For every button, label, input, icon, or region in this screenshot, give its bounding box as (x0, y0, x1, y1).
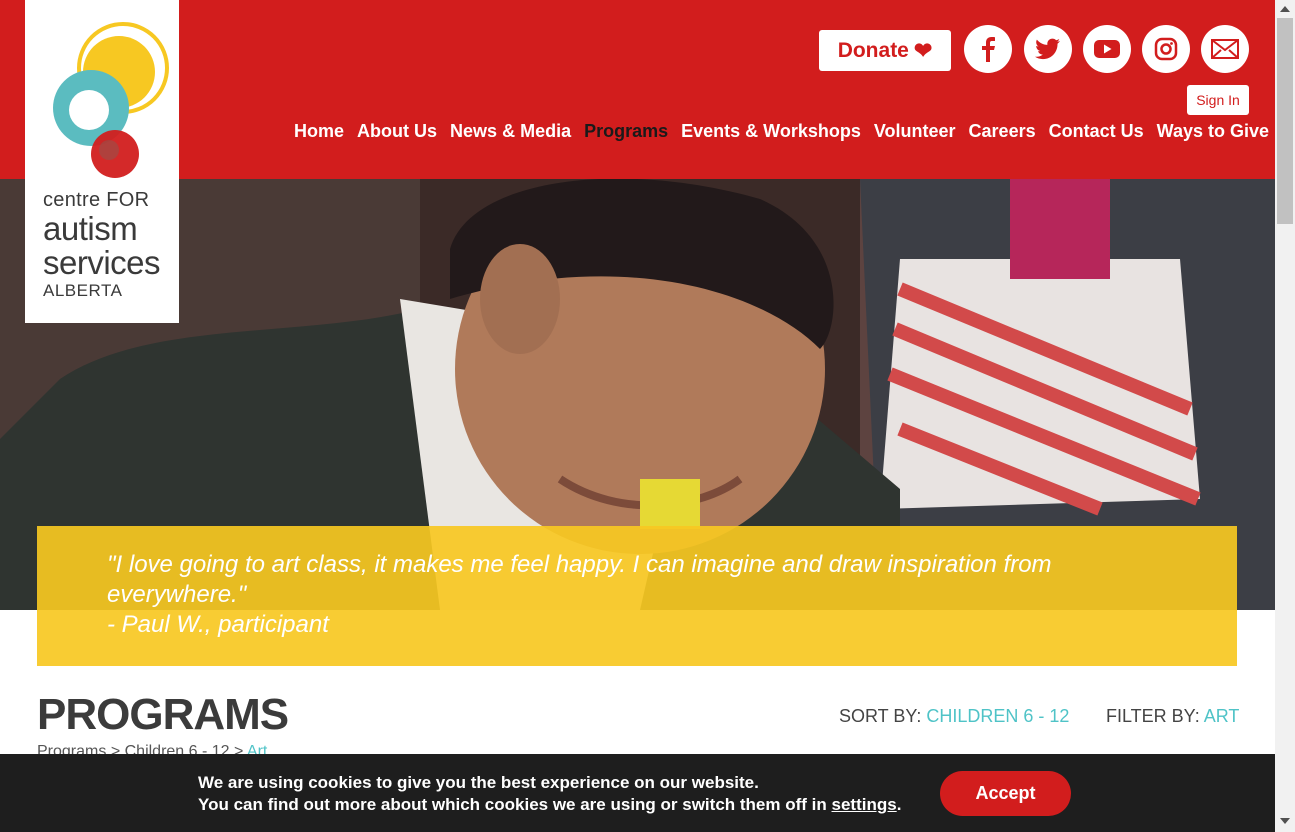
logo-circles-icon (53, 22, 169, 178)
sort-by-value[interactable]: CHILDREN 6 - 12 (926, 706, 1069, 726)
logo-line-2: autism (43, 210, 138, 247)
page-title: PROGRAMS (37, 690, 289, 739)
nav-careers[interactable]: Careers (969, 121, 1036, 142)
email-icon[interactable] (1201, 25, 1249, 73)
nav-home[interactable]: Home (294, 121, 344, 142)
nav-programs[interactable]: Programs (584, 121, 668, 142)
site-header (0, 0, 1275, 179)
cookie-line-1: We are using cookies to give you the bes… (198, 773, 759, 792)
scrollbar-thumb[interactable] (1277, 18, 1293, 224)
nav-volunteer[interactable]: Volunteer (874, 121, 956, 142)
donate-button[interactable]: Donate ❤ (819, 30, 951, 71)
quote-attribution: - Paul W., participant (107, 611, 329, 638)
nav-news-media[interactable]: News & Media (450, 121, 571, 142)
cookie-line-2-suffix: . (896, 795, 902, 814)
quote-line-2: everywhere." (107, 581, 247, 608)
sort-by-control[interactable]: SORT BY: CHILDREN 6 - 12 (839, 706, 1069, 727)
twitter-icon[interactable] (1024, 25, 1072, 73)
filter-by-control[interactable]: FILTER BY: ART (1106, 706, 1239, 727)
cookie-banner: We are using cookies to give you the bes… (0, 754, 1275, 832)
cookie-settings-link[interactable]: settings (832, 795, 897, 814)
sort-by-label: SORT BY: (839, 706, 922, 726)
main-nav: Home About Us News & Media Programs Even… (294, 121, 1269, 142)
quote-line-1: "I love going to art class, it makes me … (107, 551, 1052, 578)
testimonial-quote: "I love going to art class, it makes me … (37, 526, 1237, 666)
page-scrollbar[interactable] (1275, 0, 1295, 832)
site-logo[interactable]: centre FOR autism services ALBERTA (25, 0, 179, 323)
filter-by-label: FILTER BY: (1106, 706, 1200, 726)
scroll-up-icon[interactable] (1280, 6, 1290, 12)
youtube-icon[interactable] (1083, 25, 1131, 73)
facebook-icon[interactable] (964, 25, 1012, 73)
donate-label: Donate (837, 38, 909, 62)
logo-line-1: centre FOR (43, 189, 150, 211)
nav-contact-us[interactable]: Contact Us (1049, 121, 1144, 142)
instagram-icon[interactable] (1142, 25, 1190, 73)
accept-cookies-button[interactable]: Accept (940, 771, 1071, 816)
nav-ways-to-give[interactable]: Ways to Give (1157, 121, 1269, 142)
cookie-message: We are using cookies to give you the bes… (198, 772, 901, 816)
nav-about-us[interactable]: About Us (357, 121, 437, 142)
nav-events-workshops[interactable]: Events & Workshops (681, 121, 861, 142)
sign-in-button[interactable]: Sign In (1187, 85, 1249, 115)
logo-wordmark: centre FOR autism services ALBERTA (43, 189, 161, 300)
logo-line-4: ALBERTA (43, 281, 123, 300)
scroll-down-icon[interactable] (1280, 818, 1290, 824)
filter-by-value[interactable]: ART (1204, 706, 1240, 726)
heart-icon: ❤ (913, 37, 933, 63)
logo-line-3: services (43, 244, 161, 281)
cookie-line-2: You can find out more about which cookie… (198, 795, 827, 814)
